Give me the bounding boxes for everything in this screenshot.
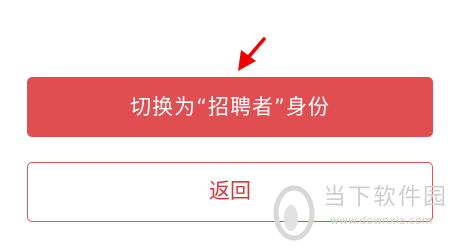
watermark-url: www.downxia.com: [330, 214, 433, 227]
watermark-site-name: 当下软件园: [323, 184, 448, 210]
switch-to-recruiter-button[interactable]: 切换为“招聘者”身份: [27, 77, 433, 137]
watermark: 当下软件园 www.downxia.com: [270, 182, 446, 242]
downxia-logo-icon: [273, 185, 315, 241]
